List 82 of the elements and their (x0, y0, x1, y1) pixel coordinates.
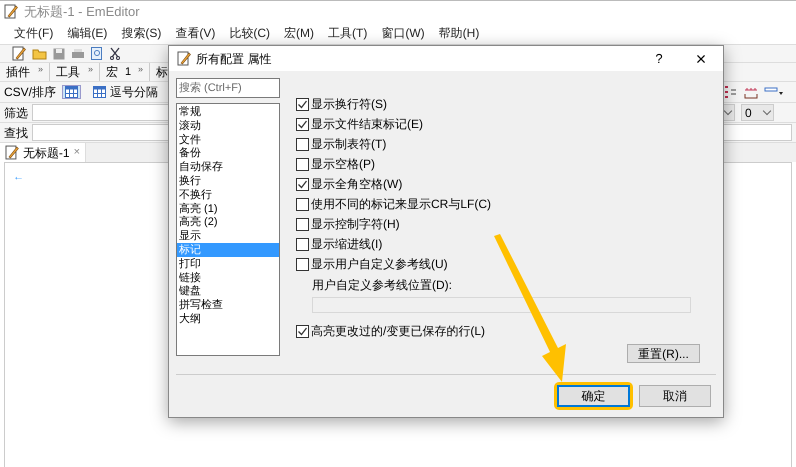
more-chevron[interactable]: » (138, 63, 143, 76)
checkbox-label[interactable]: 显示控制字符(H) (311, 215, 400, 233)
dialog-icon (177, 51, 191, 66)
category-item[interactable]: 不换行 (177, 188, 279, 202)
toolbar-label: 宏 (106, 64, 118, 81)
checkbox-label[interactable]: 显示换行符(S) (311, 95, 387, 113)
menu-item[interactable]: 文件(F) (14, 24, 54, 42)
menu-item[interactable]: 窗口(W) (381, 24, 425, 42)
menu-item[interactable]: 搜索(S) (121, 24, 162, 42)
menu-item[interactable]: 帮助(H) (438, 24, 480, 42)
checkbox-label[interactable]: 显示制表符(T) (311, 135, 386, 153)
category-item[interactable]: 自动保存 (177, 160, 279, 174)
checkbox-label[interactable]: 显示全角空格(W) (311, 175, 402, 193)
preview-icon[interactable] (91, 47, 103, 60)
category-item[interactable]: 显示 (177, 229, 279, 243)
dialog-title: 所有配置 属性 (196, 50, 272, 68)
field-label: 查找 (4, 124, 28, 142)
menu-item[interactable]: 宏(M) (284, 24, 314, 42)
category-item[interactable]: 链接 (177, 270, 279, 284)
checkbox[interactable] (296, 258, 309, 270)
folder-icon[interactable] (32, 47, 47, 60)
app-icon (4, 4, 18, 19)
category-item[interactable]: 拼写检查 (177, 298, 279, 312)
comma-separated-button[interactable]: 逗号分隔 (93, 83, 158, 101)
menu-item[interactable]: 编辑(E) (67, 24, 108, 42)
more-chevron[interactable]: » (88, 63, 93, 76)
checkbox[interactable] (296, 198, 309, 210)
scissors-icon[interactable] (109, 47, 121, 60)
table-icon[interactable] (65, 86, 78, 98)
toolbar-label: 标 (156, 64, 168, 81)
more-chevron[interactable]: » (38, 63, 43, 76)
checkbox[interactable] (296, 238, 309, 250)
checkbox[interactable] (296, 98, 309, 110)
category-item[interactable]: 大纲 (177, 312, 279, 326)
dropdown[interactable]: 0 (741, 104, 774, 121)
line-end-marker: ← (13, 171, 24, 183)
toolbar-label: 插件 (6, 64, 30, 81)
window-title: 无标题-1 - EmEditor (24, 2, 140, 21)
field-label: 用户自定义参考线位置(D): (312, 277, 452, 294)
category-item[interactable]: 打印 (177, 256, 279, 271)
menu-item[interactable]: 比较(C) (229, 24, 270, 42)
checkbox[interactable] (296, 118, 309, 130)
printer-icon[interactable] (71, 48, 85, 60)
ok-button[interactable]: 确定 (557, 385, 630, 407)
close-button[interactable]: × (679, 50, 723, 68)
checkbox-label[interactable]: 高亮更改过的/变更已保存的行(L) (311, 322, 485, 340)
sort-icon[interactable] (724, 86, 738, 98)
save-icon[interactable] (53, 48, 65, 60)
checkbox[interactable] (296, 218, 309, 230)
checkbox[interactable] (296, 138, 309, 150)
menu-item[interactable]: 工具(T) (328, 24, 368, 42)
category-item[interactable]: 键盘 (177, 284, 279, 298)
checkbox[interactable] (296, 158, 309, 170)
category-item[interactable]: 高亮 (1) (177, 202, 279, 216)
cancel-button[interactable]: 取消 (639, 385, 711, 407)
document-icon (5, 145, 19, 160)
checkbox-label[interactable]: 显示用户自定义参考线(U) (311, 255, 448, 273)
toolbar-label: 工具 (56, 64, 80, 81)
columns-icon[interactable] (764, 86, 784, 98)
checkbox[interactable] (296, 178, 309, 190)
category-item[interactable]: 备份 (177, 146, 279, 160)
ruler-icon[interactable] (744, 86, 758, 98)
checkbox-label[interactable]: 使用不同的标记来显示CR与LF(C) (311, 195, 491, 213)
checkbox[interactable] (296, 324, 309, 338)
category-item[interactable]: 滚动 (177, 118, 279, 133)
category-item[interactable]: 换行 (177, 174, 279, 188)
checkbox-label[interactable]: 显示空格(P) (311, 155, 375, 173)
reset-button[interactable]: 重置(R)... (627, 344, 700, 363)
field-label: 筛选 (4, 104, 28, 122)
document-tab[interactable]: 无标题-1 × (0, 143, 86, 162)
checkbox-label[interactable]: 显示缩进线(I) (311, 235, 382, 253)
menu-item[interactable]: 查看(V) (175, 24, 216, 42)
table-icon[interactable] (93, 86, 106, 98)
close-icon[interactable]: × (74, 144, 80, 161)
toolbar-label: CSV/排序 (4, 84, 56, 101)
category-item[interactable]: 高亮 (2) (177, 215, 279, 230)
help-button[interactable]: ? (644, 48, 674, 68)
category-item[interactable]: 文件 (177, 132, 279, 146)
checkbox-label[interactable]: 显示文件结束标记(E) (311, 115, 423, 133)
category-item[interactable]: 常规 (177, 105, 279, 119)
search-field[interactable]: 搜索 (Ctrl+F) (176, 78, 280, 98)
toolbar-item[interactable]: 1 (125, 64, 132, 80)
